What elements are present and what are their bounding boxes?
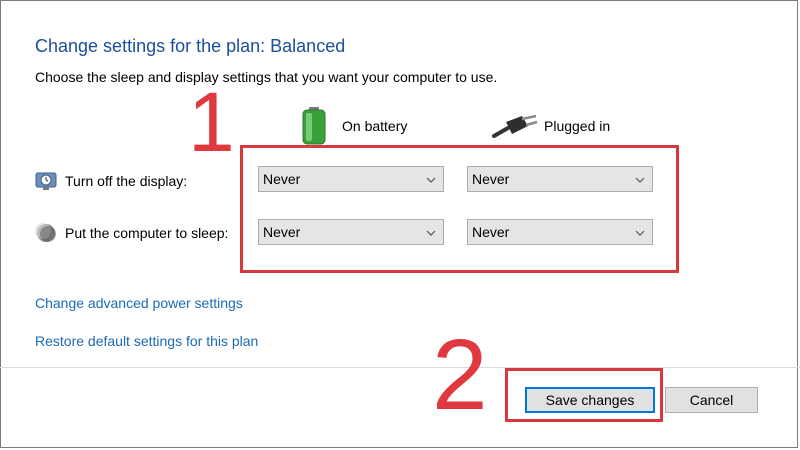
annotation-step-1: 1 — [188, 75, 235, 169]
display-label-text: Turn off the display: — [65, 173, 188, 189]
footer-divider — [0, 367, 800, 368]
save-changes-button[interactable]: Save changes — [525, 387, 655, 413]
column-header-battery: On battery — [300, 106, 430, 146]
sleep-label-text: Put the computer to sleep: — [65, 225, 229, 241]
column-label-battery: On battery — [342, 118, 408, 134]
column-label-plugged: Plugged in — [544, 118, 611, 134]
restore-defaults-link[interactable]: Restore default settings for this plan — [35, 333, 258, 349]
cancel-button[interactable]: Cancel — [665, 387, 758, 413]
power-plug-icon — [492, 112, 538, 145]
page-title: Change settings for the plan: Balanced — [35, 36, 346, 56]
column-header-plugged: Plugged in — [492, 106, 632, 146]
annotation-step-2: 2 — [432, 319, 488, 431]
advanced-power-settings-link[interactable]: Change advanced power settings — [35, 295, 243, 311]
highlight-box-settings — [240, 145, 679, 273]
page-subtitle: Choose the sleep and display settings th… — [35, 69, 498, 85]
